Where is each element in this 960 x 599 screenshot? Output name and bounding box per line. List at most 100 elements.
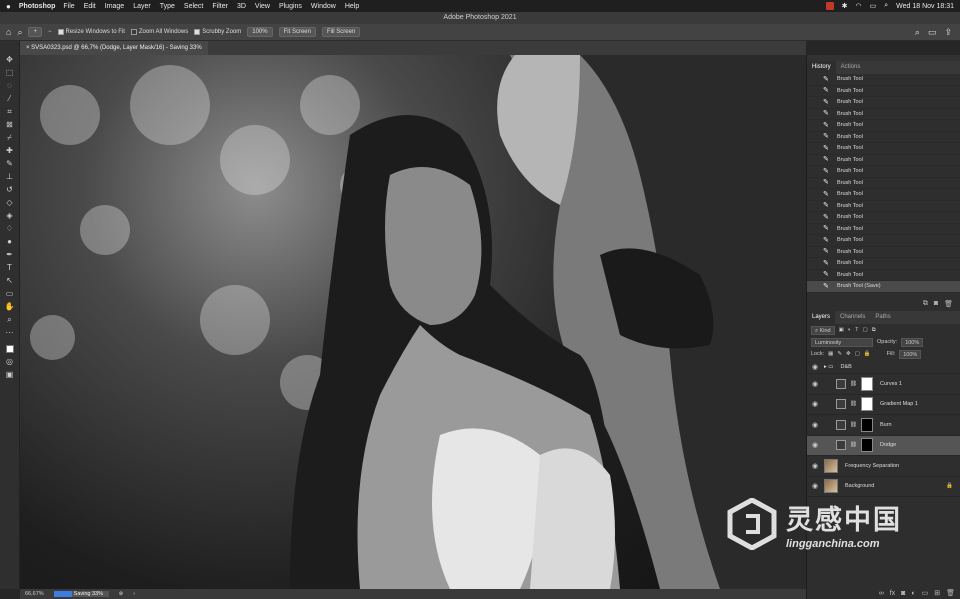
dodge-tool-icon[interactable]: ● [4, 237, 16, 246]
layer-name[interactable]: Background [845, 483, 874, 489]
lock-all-icon[interactable]: 🔒 [864, 351, 871, 357]
layer-row[interactable]: ◉ ⛓ Dodge [807, 435, 960, 456]
brush-tool-icon[interactable]: ✎ [4, 159, 16, 168]
layer-filter-dropdown[interactable]: ⌕ Kind [811, 325, 835, 335]
tab-paths[interactable]: Paths [870, 311, 895, 324]
layer-name[interactable]: Burn [880, 422, 892, 428]
lock-transparent-icon[interactable]: ▦ [828, 351, 833, 357]
marquee-tool-icon[interactable]: ⬚ [4, 68, 16, 77]
visibility-eye-icon[interactable]: ◉ [812, 462, 820, 470]
filter-type-icon[interactable]: T [855, 327, 858, 333]
history-item[interactable]: ✎ Brush Tool [807, 258, 960, 270]
hand-tool-icon[interactable]: ✋ [4, 302, 16, 311]
visibility-eye-icon[interactable]: ◉ [812, 421, 820, 429]
layer-mask-thumbnail[interactable] [860, 397, 873, 412]
healing-brush-tool-icon[interactable]: ✚ [4, 146, 16, 155]
zoom-out-icon[interactable]: − [48, 29, 52, 35]
new-layer-icon[interactable]: ⊞ [934, 589, 940, 597]
scrubby-zoom-checkbox[interactable]: Scrubby Zoom [194, 29, 241, 35]
add-mask-icon[interactable]: ◙ [901, 590, 905, 597]
history-item[interactable]: ✎ Brush Tool [807, 224, 960, 235]
layer-mask-thumbnail[interactable] [860, 417, 873, 432]
type-tool-icon[interactable]: T [4, 263, 16, 272]
history-item[interactable]: ✎ Brush Tool [807, 155, 960, 166]
quick-select-tool-icon[interactable]: ⁄ [4, 94, 16, 103]
layer-name[interactable]: Curves 1 [880, 381, 902, 387]
layer-name[interactable]: Frequency Separation [845, 463, 899, 469]
move-tool-icon[interactable]: ✥ [4, 55, 16, 64]
crop-tool-icon[interactable]: ⌗ [4, 107, 16, 116]
lock-artboard-icon[interactable]: ▢ [855, 351, 860, 357]
menu-view[interactable]: View [255, 3, 270, 10]
menu-3d[interactable]: 3D [237, 3, 246, 10]
lasso-tool-icon[interactable]: ◌ [4, 81, 16, 90]
mask-link-icon[interactable]: ⛓ [850, 422, 857, 428]
fill-field[interactable]: 100% [899, 349, 922, 359]
layer-name[interactable]: Gradient Map 1 [880, 401, 918, 407]
menu-plugins[interactable]: Plugins [279, 3, 302, 10]
visibility-eye-icon[interactable]: ◉ [812, 363, 820, 371]
rectangle-tool-icon[interactable]: ▭ [4, 289, 16, 298]
mask-link-icon[interactable]: ⛓ [850, 381, 857, 387]
delete-icon[interactable]: 🗑 [944, 300, 953, 311]
adjustment-layer-icon[interactable] [836, 399, 846, 410]
zoom-tool-icon[interactable]: ⌕ [17, 27, 22, 38]
menu-window[interactable]: Window [311, 3, 336, 10]
history-item[interactable]: ✎ Brush Tool [807, 166, 960, 178]
layer-row[interactable]: ◉ ⛓ Burn [807, 415, 960, 436]
history-item[interactable]: ✎ Brush Tool [807, 143, 960, 155]
mask-link-icon[interactable]: ⛓ [850, 401, 857, 407]
clock[interactable]: Wed 18 Nov 18:31 [896, 3, 954, 10]
menu-type[interactable]: Type [160, 3, 175, 10]
history-brush-tool-icon[interactable]: ↺ [4, 185, 16, 194]
layer-thumbnail[interactable] [824, 458, 838, 473]
workspace-icon[interactable]: ▭ [928, 27, 937, 38]
layer-name[interactable]: Dodge [880, 442, 896, 448]
clone-stamp-tool-icon[interactable]: ⊥ [4, 172, 16, 181]
layer-name[interactable]: D&B [841, 364, 852, 370]
new-group-icon[interactable]: ▭ [922, 589, 929, 597]
bluetooth-icon[interactable]: ✱ [842, 2, 848, 10]
status-arrow-icon[interactable]: › [133, 591, 135, 597]
document-canvas[interactable] [20, 55, 806, 589]
menu-help[interactable]: Help [345, 3, 359, 10]
document-tab[interactable]: × SVSA0323.psd @ 66,7% (Dodge, Layer Mas… [20, 41, 208, 55]
zoom-100-button[interactable]: 100% [247, 27, 273, 37]
opacity-field[interactable]: 100% [901, 337, 924, 347]
home-icon[interactable]: ⌂ [6, 27, 11, 37]
new-adjustment-icon[interactable]: ◐ [911, 590, 915, 597]
layer-mask-thumbnail[interactable] [860, 376, 873, 391]
filter-shape-icon[interactable]: ▢ [863, 327, 868, 333]
record-icon[interactable] [825, 2, 834, 10]
resize-windows-checkbox[interactable]: Resize Windows to Fit [57, 29, 125, 35]
history-item[interactable]: ✎ Brush Tool [807, 212, 960, 224]
history-item[interactable]: ✎ Brush Tool [807, 74, 960, 86]
filter-pixel-icon[interactable]: ▣ [839, 327, 844, 333]
apple-icon[interactable]: ● [6, 2, 11, 11]
history-item[interactable]: ✎ Brush Tool [807, 247, 960, 258]
blend-mode-dropdown[interactable]: Luminosity [811, 337, 873, 347]
mask-link-icon[interactable]: ⛓ [850, 442, 857, 448]
eraser-tool-icon[interactable]: ◇ [4, 198, 16, 207]
search-icon[interactable]: ⌕ [915, 27, 920, 38]
layer-row[interactable]: ◉ Background 🔒 [807, 477, 960, 497]
screen-mode-icon[interactable]: ▣ [4, 370, 16, 379]
fit-screen-button[interactable]: Fit Screen [278, 27, 316, 37]
history-item[interactable]: ✎ Brush Tool [807, 189, 960, 201]
layer-row[interactable]: ◉ ⛓ Gradient Map 1 [807, 395, 960, 415]
menu-edit[interactable]: Edit [84, 3, 96, 10]
share-icon[interactable]: ⇪ [944, 27, 952, 38]
history-item[interactable]: ✎ Brush Tool (Save) [807, 281, 960, 293]
battery-icon[interactable]: ▭ [870, 2, 877, 10]
pen-tool-icon[interactable]: ✒ [4, 250, 16, 259]
tab-history[interactable]: History [807, 61, 836, 74]
search-icon[interactable]: ⌕ [884, 2, 888, 10]
layer-row[interactable]: ◉ Frequency Separation [807, 456, 960, 477]
menu-file[interactable]: File [63, 3, 74, 10]
layer-thumbnail[interactable] [824, 479, 838, 494]
visibility-eye-icon[interactable]: ◉ [812, 482, 820, 490]
snapshot-icon[interactable]: ◙ [934, 300, 938, 311]
zoom-all-windows-checkbox[interactable]: Zoom All Windows [130, 29, 188, 35]
adjustment-layer-icon[interactable] [836, 419, 846, 430]
menu-layer[interactable]: Layer [133, 3, 151, 10]
